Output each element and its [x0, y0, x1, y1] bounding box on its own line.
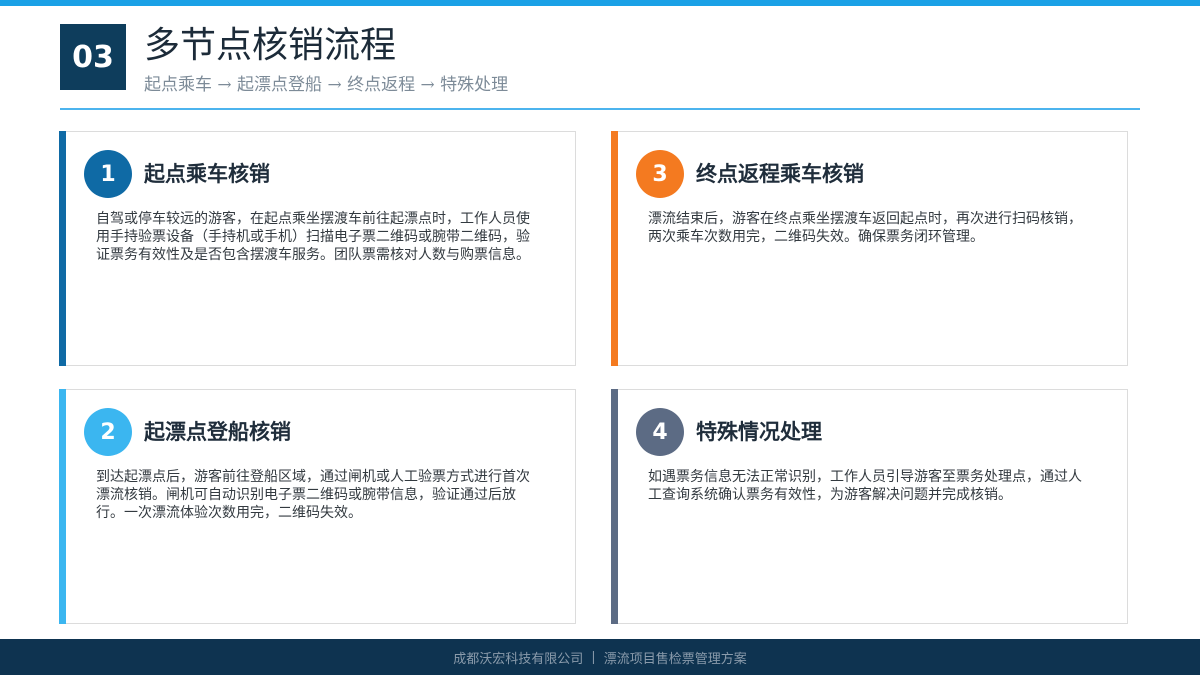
- header-divider: [60, 108, 1140, 110]
- card-title: 特殊情况处理: [696, 420, 822, 444]
- page-subtitle: 起点乘车 → 起漂点登船 → 终点返程 → 特殊处理: [144, 75, 509, 95]
- card-description: 到达起漂点后，游客前往登船区域，通过闸机或人工验票方式进行首次漂流核销。闸机可自…: [96, 469, 530, 521]
- card-description: 自驾或停车较远的游客，在起点乘坐摆渡车前往起漂点时，工作人员使用手持验票设备（手…: [96, 211, 530, 263]
- step-number-badge: 3: [636, 150, 684, 198]
- section-number-badge: 03: [60, 24, 126, 90]
- card-launch-boarding: 2 起漂点登船核销 到达起漂点后，游客前往登船区域，通过闸机或人工验票方式进行首…: [59, 389, 576, 624]
- card-title: 终点返程乘车核销: [696, 162, 864, 186]
- card-accent-bar: [611, 131, 618, 366]
- footer-company: 成都沃宏科技有限公司: [453, 651, 584, 667]
- card-description: 如遇票务信息无法正常识别，工作人员引导游客至票务处理点，通过人工查询系统确认票务…: [648, 469, 1082, 503]
- card-return-boarding: 3 终点返程乘车核销 漂流结束后，游客在终点乘坐摆渡车返回起点时，再次进行扫码核…: [611, 131, 1128, 366]
- footer-bar: 成都沃宏科技有限公司 | 漂流项目售检票管理方案: [0, 639, 1200, 675]
- card-special-handling: 4 特殊情况处理 如遇票务信息无法正常识别，工作人员引导游客至票务处理点，通过人…: [611, 389, 1128, 624]
- card-start-boarding: 1 起点乘车核销 自驾或停车较远的游客，在起点乘坐摆渡车前往起漂点时，工作人员使…: [59, 131, 576, 366]
- step-number-badge: 1: [84, 150, 132, 198]
- card-title: 起点乘车核销: [144, 162, 270, 186]
- card-description: 漂流结束后，游客在终点乘坐摆渡车返回起点时，再次进行扫码核销，两次乘车次数用完，…: [648, 211, 1082, 245]
- footer-project: 漂流项目售检票管理方案: [603, 651, 747, 667]
- card-accent-bar: [59, 389, 66, 624]
- step-number-badge: 4: [636, 408, 684, 456]
- footer-separator: |: [591, 649, 596, 665]
- card-accent-bar: [611, 389, 618, 624]
- card-accent-bar: [59, 131, 66, 366]
- card-title: 起漂点登船核销: [144, 420, 291, 444]
- page-title: 多节点核销流程: [144, 25, 397, 66]
- top-accent-bar: [0, 0, 1200, 6]
- step-number-badge: 2: [84, 408, 132, 456]
